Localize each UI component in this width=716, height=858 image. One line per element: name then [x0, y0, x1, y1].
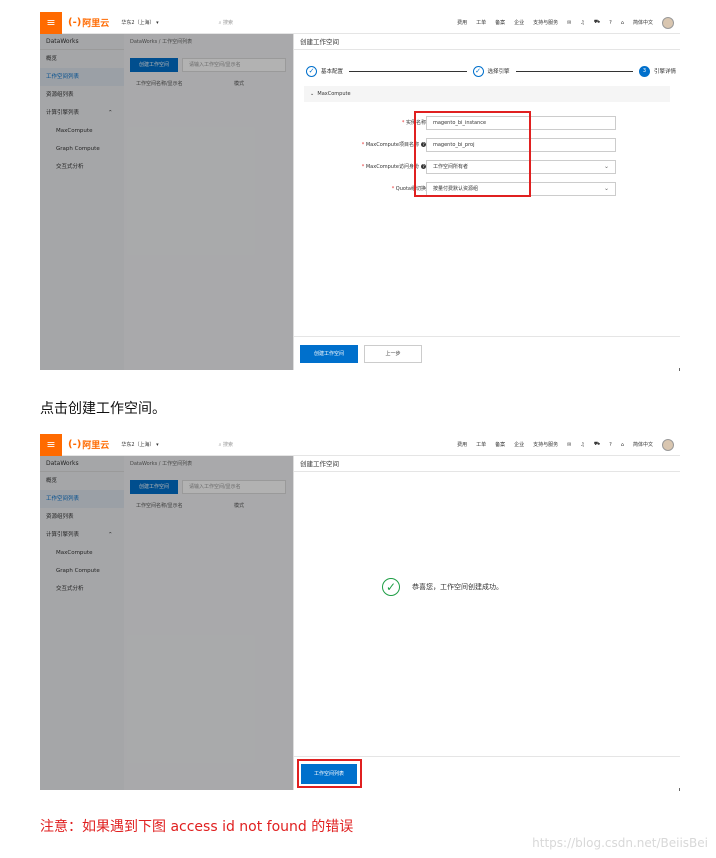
search-input[interactable]: ⌕ 搜索 — [219, 441, 233, 448]
modal-overlay — [40, 456, 293, 790]
edge-mark — [679, 368, 680, 371]
top-nav: 费用 工单 备案 企业 支持与服务 ✉ ♫ ⛟ ? ⌂ 简体中文 — [457, 16, 680, 29]
panel-footer: 工作空间列表 — [294, 756, 680, 790]
stepper: ✓ 基本配置 ✓ 选择引擎 3 引擎详情 — [306, 64, 676, 78]
nav-ticket[interactable]: 工单 — [476, 441, 486, 448]
nav-fee[interactable]: 费用 — [457, 19, 467, 26]
check-icon: ✓ — [306, 65, 317, 77]
panel-title: 创建工作空间 — [294, 34, 680, 50]
cart-icon[interactable]: ⛟ — [594, 19, 600, 26]
watermark: https://blog.csdn.net/BeiisBei — [532, 836, 708, 850]
success-message: ✓ 恭喜您，工作空间创建成功。 — [382, 578, 503, 596]
language-selector[interactable]: 简体中文 — [633, 19, 653, 26]
create-workspace-panel: 创建工作空间 ✓ 恭喜您，工作空间创建成功。 工作空间列表 — [293, 456, 680, 790]
warning-note: 注意：如果遇到下图 access id not found 的错误 — [40, 819, 354, 835]
region-selector[interactable]: 华东2（上海） ▾ — [121, 19, 158, 26]
edge-mark — [679, 788, 680, 791]
cart-icon[interactable]: ⛟ — [594, 441, 600, 448]
highlight-box — [297, 759, 362, 788]
chevron-down-icon: ⌄ — [310, 91, 315, 97]
home-icon[interactable]: ⌂ — [621, 442, 624, 448]
language-selector[interactable]: 简体中文 — [633, 441, 653, 448]
bell-icon[interactable]: ♫ — [580, 442, 584, 448]
chevron-down-icon: ⌄ — [603, 163, 609, 170]
nav-icp[interactable]: 备案 — [495, 441, 505, 448]
create-workspace-panel: 创建工作空间 ✓ 基本配置 ✓ 选择引擎 3 引擎详情 ⌄ MaxCompute * … — [293, 34, 680, 370]
chevron-down-icon: ⌄ — [603, 185, 609, 192]
success-check-icon: ✓ — [382, 578, 400, 596]
hamburger-icon[interactable]: ≡ — [40, 12, 62, 34]
section-maxcompute[interactable]: ⌄ MaxCompute — [304, 86, 670, 102]
step-select-engine: ✓ 选择引擎 — [472, 65, 510, 77]
panel-title: 创建工作空间 — [294, 456, 680, 472]
console-topbar: ≡ (-) 阿里云 华东2（上海） ▾ ⌕ 搜索 费用 工单 备案 企业 支持与服… — [40, 12, 680, 34]
nav-enterprise[interactable]: 企业 — [514, 19, 524, 26]
console-topbar: ≡ (-) 阿里云 华东2（上海） ▾ ⌕ 搜索 费用 工单 备案 企业 支持与服… — [40, 434, 680, 456]
screenshot-create-success: ≡ (-) 阿里云 华东2（上海） ▾ ⌕ 搜索 费用 工单 备案 企业 支持与服… — [40, 434, 680, 790]
step-number: 3 — [639, 65, 650, 77]
bell-icon[interactable]: ♫ — [580, 20, 584, 26]
check-icon: ✓ — [472, 65, 484, 77]
region-selector[interactable]: 华东2（上海） ▾ — [121, 441, 158, 448]
nav-icp[interactable]: 备案 — [495, 19, 505, 26]
step-basic-config: ✓ 基本配置 — [306, 65, 343, 77]
step-divider — [515, 70, 633, 72]
caption: 点击创建工作空间。 — [40, 401, 166, 417]
nav-enterprise[interactable]: 企业 — [514, 441, 524, 448]
create-workspace-submit-button[interactable]: 创建工作空间 — [300, 345, 358, 363]
aliyun-logo[interactable]: (-) 阿里云 — [68, 16, 109, 29]
panel-footer: 创建工作空间 上一步 — [294, 336, 680, 370]
aliyun-logo[interactable]: (-) 阿里云 — [68, 438, 109, 451]
home-icon[interactable]: ⌂ — [621, 20, 624, 26]
modal-overlay — [40, 34, 293, 370]
nav-support[interactable]: 支持与服务 — [533, 441, 558, 448]
previous-step-button[interactable]: 上一步 — [364, 345, 422, 363]
aliyun-bracket-icon: (-) — [68, 439, 82, 450]
mail-icon[interactable]: ✉ — [567, 442, 571, 448]
avatar[interactable] — [662, 16, 674, 29]
mail-icon[interactable]: ✉ — [567, 20, 571, 26]
top-nav: 费用 工单 备案 企业 支持与服务 ✉ ♫ ⛟ ? ⌂ 简体中文 — [457, 438, 680, 451]
highlight-box — [414, 111, 531, 197]
nav-support[interactable]: 支持与服务 — [533, 19, 558, 26]
aliyun-bracket-icon: (-) — [68, 17, 82, 28]
nav-ticket[interactable]: 工单 — [476, 19, 486, 26]
search-input[interactable]: ⌕ 搜索 — [219, 19, 233, 26]
hamburger-icon[interactable]: ≡ — [40, 434, 62, 456]
help-icon[interactable]: ? — [609, 442, 612, 448]
step-engine-details: 3 引擎详情 — [639, 65, 676, 77]
screenshot-create-workspace-form: ≡ (-) 阿里云 华东2（上海） ▾ ⌕ 搜索 费用 工单 备案 企业 支持与服… — [40, 12, 680, 370]
nav-fee[interactable]: 费用 — [457, 441, 467, 448]
step-divider — [349, 70, 467, 72]
avatar[interactable] — [662, 438, 674, 451]
help-icon[interactable]: ? — [609, 20, 612, 26]
